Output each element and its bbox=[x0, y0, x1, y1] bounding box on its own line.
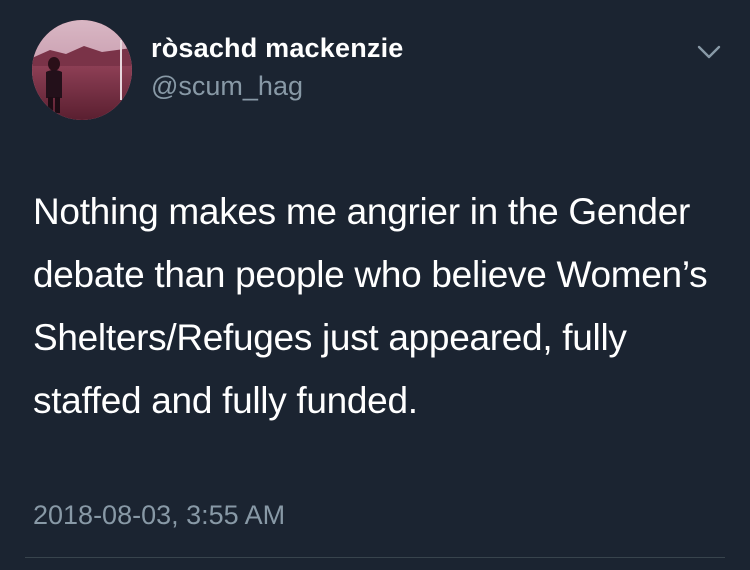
chevron-down-icon[interactable] bbox=[694, 40, 724, 64]
divider bbox=[25, 557, 725, 558]
display-name[interactable]: ròsachd mackenzie bbox=[151, 33, 404, 64]
avatar-image bbox=[32, 20, 132, 120]
tweet-timestamp[interactable]: 2018-08-03, 3:55 AM bbox=[33, 500, 285, 531]
avatar[interactable] bbox=[32, 20, 132, 120]
tweet-text: Nothing makes me angrier in the Gender d… bbox=[33, 191, 708, 421]
user-handle[interactable]: @scum_hag bbox=[151, 71, 303, 102]
tweet-card: ròsachd mackenzie @scum_hag Nothing make… bbox=[0, 0, 750, 570]
